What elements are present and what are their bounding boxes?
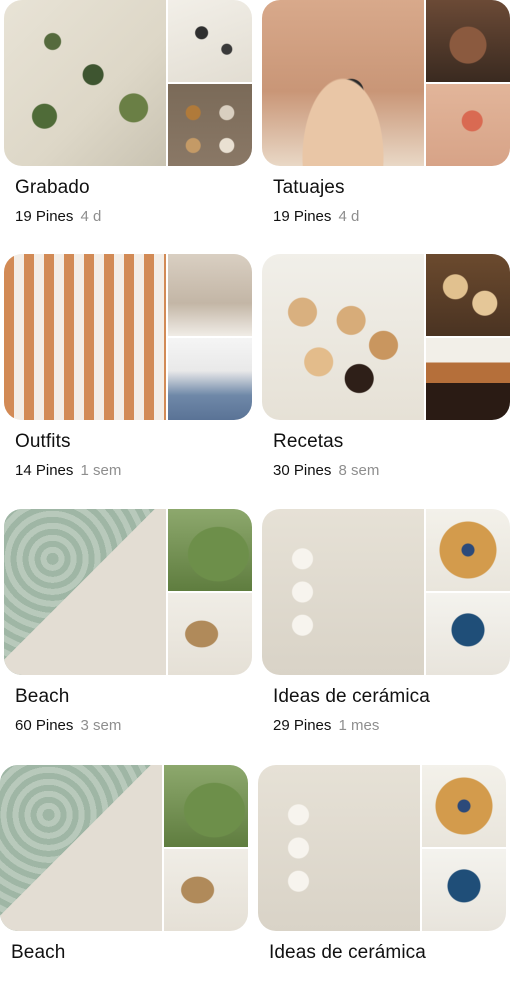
board-card-recetas[interactable]: Recetas 30 Pines 8 sem	[262, 254, 510, 480]
board-cover-bottom-image	[164, 849, 248, 931]
board-pin-count: 19 Pines	[15, 208, 74, 225]
board-cover[interactable]	[0, 765, 248, 931]
board-updated-age: 4 d	[338, 208, 360, 225]
board-title: Ideas de cerámica	[269, 942, 426, 963]
board-cover-main-image	[262, 254, 424, 420]
board-title: Recetas	[273, 431, 344, 452]
board-updated-age: 4 d	[80, 208, 102, 225]
board-pin-count: 19 Pines	[273, 208, 332, 225]
board-meta: 60 Pines 3 sem	[15, 717, 252, 735]
board-meta: 19 Pines 4 d	[15, 208, 252, 226]
board-cover-top-image	[426, 0, 510, 82]
board-cover-main-image	[262, 0, 424, 166]
board-cover-bottom-image	[426, 593, 510, 675]
board-card-beach[interactable]: Beach 60 Pines 3 sem	[4, 509, 252, 735]
board-cover-main-image	[0, 765, 162, 931]
board-card-tatuajes[interactable]: Tatuajes 19 Pines 4 d	[262, 0, 510, 226]
board-title: Outfits	[15, 431, 71, 452]
board-meta	[269, 973, 506, 991]
board-title: Tatuajes	[273, 177, 345, 198]
board-meta	[11, 973, 248, 991]
board-cover[interactable]	[258, 765, 506, 931]
board-card-outfits[interactable]: Outfits 14 Pines 1 sem	[4, 254, 252, 480]
board-title: Beach	[15, 686, 70, 707]
board-cover-bottom-image	[422, 849, 506, 931]
board-meta: 30 Pines 8 sem	[273, 462, 510, 480]
board-meta: 14 Pines 1 sem	[15, 462, 252, 480]
board-cover-bottom-image	[426, 338, 510, 420]
board-card-beach-repeat[interactable]: Beach	[0, 765, 248, 991]
board-cover-top-image	[168, 0, 252, 82]
board-updated-age: 1 sem	[80, 462, 122, 479]
board-updated-age: 1 mes	[338, 717, 380, 734]
board-cover[interactable]	[262, 0, 510, 166]
board-card-ideas-de-ceramica-repeat[interactable]: Ideas de cerámica	[258, 765, 506, 991]
board-pin-count: 60 Pines	[15, 717, 74, 734]
board-card-ideas-de-ceramica[interactable]: Ideas de cerámica 29 Pines 1 mes	[262, 509, 510, 735]
board-title: Grabado	[15, 177, 90, 198]
board-cover-main-image	[262, 509, 424, 675]
board-cover-bottom-image	[168, 338, 252, 420]
board-meta: 19 Pines 4 d	[273, 208, 510, 226]
board-title: Beach	[11, 942, 66, 963]
board-cover-bottom-image	[168, 593, 252, 675]
board-updated-age: 8 sem	[338, 462, 380, 479]
board-cover-top-image	[426, 509, 510, 591]
board-meta: 29 Pines 1 mes	[273, 717, 510, 735]
board-cover[interactable]	[4, 254, 252, 420]
board-pin-count: 29 Pines	[273, 717, 332, 734]
board-pin-count: 30 Pines	[273, 462, 332, 479]
board-cover-main-image	[4, 509, 166, 675]
board-pin-count: 14 Pines	[15, 462, 74, 479]
board-card-grabado[interactable]: Grabado 19 Pines 4 d	[4, 0, 252, 226]
board-title: Ideas de cerámica	[273, 686, 430, 707]
board-cover-main-image	[4, 0, 166, 166]
board-cover-main-image	[4, 254, 166, 420]
board-cover-top-image	[164, 765, 248, 847]
board-cover-top-image	[168, 509, 252, 591]
board-cover-bottom-image	[426, 84, 510, 166]
board-cover[interactable]	[262, 509, 510, 675]
board-cover-top-image	[422, 765, 506, 847]
board-cover-main-image	[258, 765, 420, 931]
board-cover-top-image	[168, 254, 252, 336]
board-cover[interactable]	[4, 509, 252, 675]
board-cover[interactable]	[262, 254, 510, 420]
board-updated-age: 3 sem	[80, 717, 122, 734]
board-cover-top-image	[426, 254, 510, 336]
board-cover-bottom-image	[168, 84, 252, 166]
board-cover[interactable]	[4, 0, 252, 166]
